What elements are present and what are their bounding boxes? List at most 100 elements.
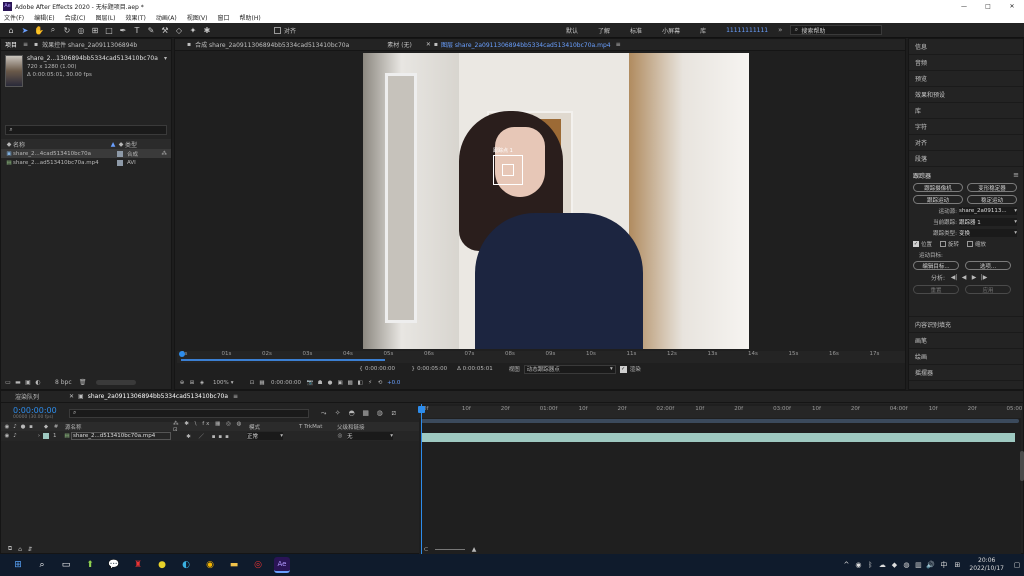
menu-composition[interactable]: 合成(C) bbox=[65, 13, 86, 22]
clock-time[interactable]: 20:06 bbox=[969, 557, 1004, 565]
layer-duration-bar[interactable] bbox=[421, 433, 1015, 442]
windows-start-icon[interactable]: ⊞ bbox=[10, 557, 26, 573]
track-motion-button[interactable]: 跟踪运动 bbox=[913, 195, 963, 204]
rotation-checkbox[interactable] bbox=[940, 241, 947, 247]
menu-animation[interactable]: 动画(A) bbox=[156, 13, 177, 22]
edit-target-button[interactable]: 编辑目标... bbox=[913, 261, 959, 270]
timeline-ruler[interactable]: 0f 10f 20f 01:00f 10f 20f 02:00f 10f 20f 03:00f 10… bbox=[419, 406, 1022, 418]
stamp-tool-icon[interactable]: ⚒ bbox=[160, 25, 170, 35]
panel-character[interactable]: 字符 bbox=[909, 119, 1023, 135]
minimize-button[interactable]: — bbox=[952, 3, 976, 10]
visibility-toggle-icon[interactable]: ◉ bbox=[3, 433, 11, 439]
menu-edit[interactable]: 编辑(E) bbox=[34, 13, 54, 22]
work-area-bar[interactable] bbox=[421, 419, 1019, 423]
out-time[interactable]: 0:00:05:00 bbox=[417, 366, 447, 372]
anchor-tool-icon[interactable]: ⊞ bbox=[90, 25, 100, 35]
track-point-box[interactable] bbox=[493, 155, 523, 185]
trash-icon[interactable]: 🗑 bbox=[78, 379, 88, 386]
pickwhip-icon[interactable]: ◎ bbox=[335, 433, 345, 439]
roto-tool-icon[interactable]: ✦ bbox=[188, 25, 198, 35]
network-icon[interactable]: ▥ bbox=[912, 561, 924, 569]
viewer-time-ruler[interactable]: 0s01s02s03s04s05s06s07s08s09s10s11s12s13… bbox=[177, 351, 905, 363]
current-track-dropdown[interactable]: 跟踪器 1 ▾ bbox=[959, 218, 1017, 226]
menu-help[interactable]: 帮助(H) bbox=[240, 13, 261, 22]
help-search[interactable]: ⌕ 搜索帮助 bbox=[790, 25, 883, 35]
ime-indicator[interactable]: 中 bbox=[940, 560, 947, 570]
panel-audio[interactable]: 音频 bbox=[909, 55, 1023, 71]
menu-view[interactable]: 视图(V) bbox=[187, 13, 208, 22]
in-time[interactable]: 0:00:00:00 bbox=[365, 366, 395, 372]
workspace-learn[interactable]: 了解 bbox=[598, 26, 610, 35]
stabilize-motion-button[interactable]: 稳定运动 bbox=[967, 195, 1017, 204]
analyze-forward-all-icon[interactable]: |▶ bbox=[979, 274, 989, 281]
frame-blending-icon[interactable]: ▦ bbox=[359, 409, 373, 417]
netease-music-icon[interactable]: ◎ bbox=[250, 557, 266, 573]
tab-project-menu-icon[interactable]: ≡ bbox=[23, 41, 28, 48]
scale-checkbox[interactable] bbox=[967, 241, 974, 247]
panel-effects-presets[interactable]: 效果和预设 bbox=[909, 87, 1023, 103]
timeline-vscroll[interactable] bbox=[1020, 451, 1024, 481]
chrome-icon[interactable]: ◉ bbox=[202, 557, 218, 573]
file-explorer-icon[interactable]: ▬ bbox=[226, 557, 242, 573]
menu-effect[interactable]: 效果(T) bbox=[126, 13, 146, 22]
layer-name[interactable]: share_2...d513410bc70a.mp4 bbox=[71, 432, 171, 440]
project-scroll[interactable] bbox=[95, 379, 136, 385]
interpret-footage-icon[interactable]: ▭ bbox=[3, 379, 13, 386]
snap-checkbox[interactable] bbox=[274, 26, 281, 34]
camera-tool-icon[interactable]: ◎ bbox=[76, 25, 86, 35]
rotate-tool-icon[interactable]: ↻ bbox=[62, 25, 72, 35]
zoom-out-icon[interactable]: ⊂ bbox=[421, 546, 431, 553]
mask-icon[interactable]: ◈ bbox=[197, 380, 207, 386]
current-time-indicator[interactable] bbox=[421, 404, 422, 554]
app-red-icon[interactable]: ♜ bbox=[130, 557, 146, 573]
analyze-back-all-icon[interactable]: ◀| bbox=[949, 274, 959, 281]
timecode[interactable]: 0:00:00:00 bbox=[13, 406, 57, 415]
reset-exposure-icon[interactable]: ⟲ bbox=[375, 380, 385, 386]
lock-icon[interactable]: ▪ bbox=[34, 41, 38, 48]
close-icon[interactable]: ✕ bbox=[426, 41, 431, 48]
col-type[interactable]: 类型 bbox=[125, 140, 137, 149]
onedrive-icon[interactable]: ☁ bbox=[876, 561, 888, 569]
app-arrow-icon[interactable]: ⬆ bbox=[82, 557, 98, 573]
tray-app-icon[interactable]: ◉ bbox=[852, 561, 864, 569]
workspace-menu-icon[interactable]: » bbox=[778, 26, 782, 34]
fit-icon[interactable]: ⊡ bbox=[247, 380, 257, 386]
track-camera-button[interactable]: 跟踪摄像机 bbox=[913, 183, 963, 192]
toggle-modes-icon[interactable]: ⌂ bbox=[15, 546, 25, 553]
selection-tool-icon[interactable]: ➤ bbox=[20, 25, 30, 35]
apply-button[interactable]: 应用 bbox=[965, 285, 1011, 294]
panel-preview[interactable]: 预览 bbox=[909, 71, 1023, 87]
magnify-icon[interactable]: ⊕ bbox=[177, 380, 187, 386]
col-parent[interactable]: 父级和链接 bbox=[337, 423, 365, 431]
3d-view-icon[interactable]: ◧ bbox=[355, 380, 365, 386]
panel-wiggler[interactable]: 摇摆器 bbox=[909, 365, 1023, 381]
expand-arrow-icon[interactable]: › bbox=[35, 433, 43, 439]
hand-tool-icon[interactable]: ✋ bbox=[34, 25, 44, 35]
motion-source-dropdown[interactable]: share_2a09113... ▾ bbox=[959, 207, 1017, 215]
track-type-dropdown[interactable]: 变换 ▾ bbox=[959, 229, 1017, 237]
tab-layer[interactable]: 图层 share_2a0911306894bb5334cad513410bc70… bbox=[441, 40, 611, 49]
label-swatch[interactable] bbox=[43, 433, 49, 439]
tab-comp[interactable]: 合成 share_2a0911306894bb5334cad513410bc70… bbox=[195, 40, 349, 49]
tray-chevron-icon[interactable]: ^ bbox=[840, 561, 852, 569]
color-depth-icon[interactable]: ◐ bbox=[33, 379, 43, 386]
shape-tool-icon[interactable]: □ bbox=[104, 25, 114, 35]
edge-icon[interactable]: ◐ bbox=[178, 557, 194, 573]
col-name[interactable]: 名称 bbox=[13, 140, 109, 149]
options-button[interactable]: 选项... bbox=[965, 261, 1011, 270]
chevron-down-icon[interactable]: ▾ bbox=[164, 55, 167, 62]
graph-editor-icon[interactable]: ⧄ bbox=[387, 409, 401, 418]
draft-3d-icon[interactable]: ✧ bbox=[331, 409, 345, 417]
motion-blur-icon[interactable]: ◍ bbox=[373, 409, 387, 417]
current-time[interactable]: 0:00:00:00 bbox=[271, 380, 301, 386]
parent-dropdown[interactable]: 无 ▾ bbox=[347, 432, 393, 440]
clock-date[interactable]: 2022/10/17 bbox=[969, 565, 1004, 573]
tab-timeline-menu-icon[interactable]: ≡ bbox=[233, 393, 238, 400]
tracker-menu-icon[interactable]: ≡ bbox=[1013, 171, 1019, 179]
new-comp-icon[interactable]: ▣ bbox=[23, 379, 33, 386]
timeline-search[interactable]: ⌕ bbox=[68, 408, 309, 418]
pen-tool-icon[interactable]: ✒ bbox=[118, 25, 128, 35]
menu-window[interactable]: 窗口 bbox=[217, 13, 229, 22]
workspace-library[interactable]: 库 bbox=[700, 26, 706, 35]
toggle-time-icon[interactable]: ⇵ bbox=[25, 546, 35, 553]
